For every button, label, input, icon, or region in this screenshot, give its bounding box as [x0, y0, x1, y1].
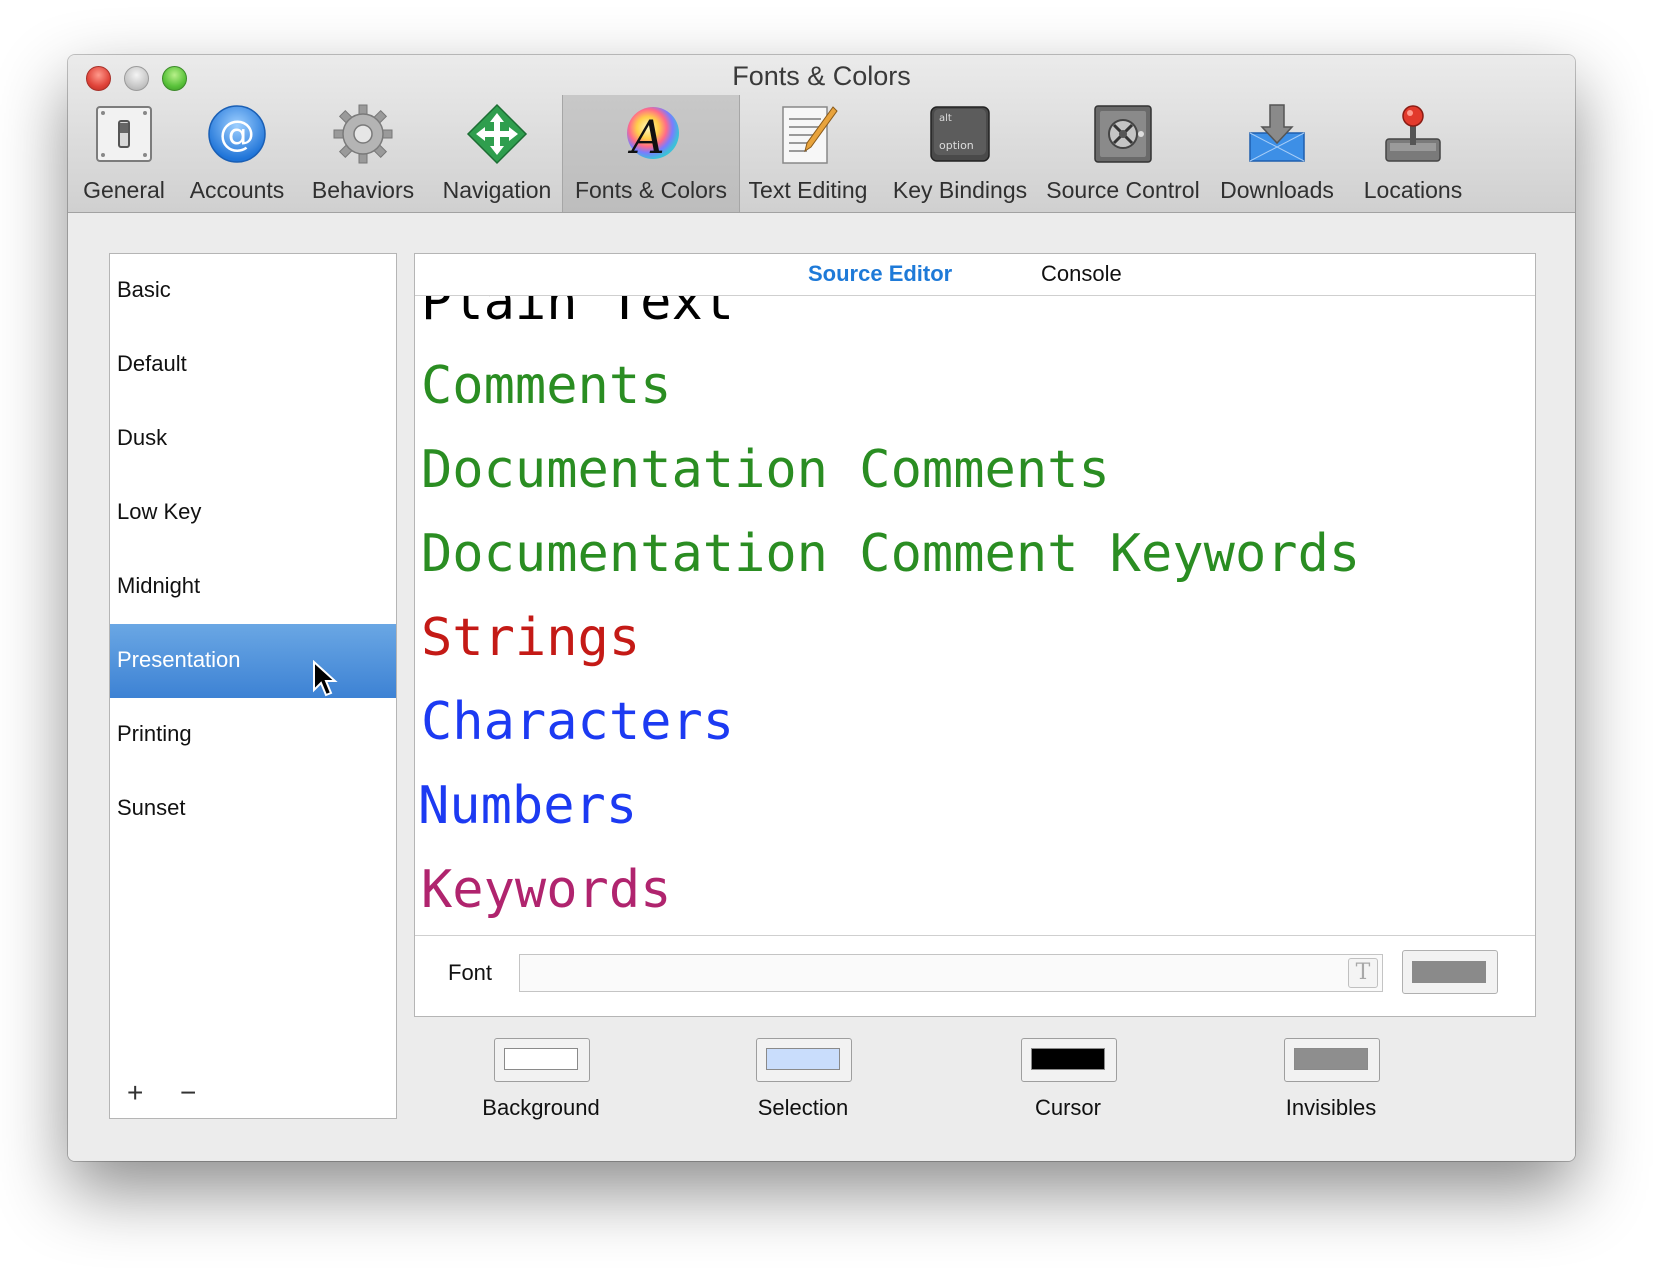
toolbar-general[interactable]: General — [78, 95, 170, 212]
syntax-item-strings[interactable]: Strings — [421, 612, 640, 664]
background-label: Background — [482, 1095, 600, 1120]
theme-item-presentation[interactable]: Presentation — [110, 624, 396, 698]
theme-list[interactable]: Basic Default Dusk Low Key Midnight Pres… — [109, 253, 397, 1119]
cursor-label: Cursor — [1034, 1095, 1101, 1120]
tab-source-editor[interactable]: Source Editor — [808, 261, 952, 287]
theme-item-printing[interactable]: Printing — [110, 698, 396, 772]
font-color-well[interactable] — [1402, 950, 1498, 994]
gear-icon — [333, 104, 393, 164]
toolbar-source-control[interactable]: Source Control — [1042, 95, 1204, 212]
at-sign-icon: @ — [208, 105, 266, 163]
background-color-well[interactable] — [494, 1038, 590, 1082]
cursor-color-well[interactable] — [1021, 1038, 1117, 1082]
toolbar-label: Behaviors — [311, 177, 415, 203]
font-color-swatch — [1412, 961, 1486, 983]
toolbar-label: Navigation — [442, 177, 552, 203]
theme-item-sunset[interactable]: Sunset — [110, 772, 396, 846]
theme-item-low-key[interactable]: Low Key — [110, 476, 396, 550]
theme-item-dusk[interactable]: Dusk — [110, 402, 396, 476]
syntax-item-plain-text[interactable]: Plain Text — [421, 296, 734, 328]
invisibles-label: Invisibles — [1285, 1095, 1377, 1120]
fonts-colors-editor: Source Editor Console Plain Text Comment… — [414, 253, 1536, 1017]
toolbar-accounts[interactable]: @ Accounts — [180, 95, 294, 212]
toolbar-downloads[interactable]: Downloads — [1216, 95, 1338, 212]
cursor-color-swatch — [1031, 1048, 1105, 1070]
font-label: Font — [448, 960, 493, 985]
svg-text:@: @ — [219, 114, 255, 155]
tab-console[interactable]: Console — [1041, 261, 1122, 287]
toolbar-label: Downloads — [1220, 177, 1334, 203]
fonts-colors-icon: A — [627, 107, 679, 164]
switch-icon — [96, 106, 152, 162]
selection-label: Selection — [757, 1095, 849, 1120]
remove-theme-button[interactable]: − — [180, 1077, 196, 1109]
navigation-arrows-icon — [466, 103, 528, 165]
font-field[interactable]: T — [519, 954, 1383, 992]
option-key-icon: alt option — [930, 106, 990, 162]
syntax-preview-list[interactable]: Plain Text Comments Documentation Commen… — [415, 296, 1535, 934]
preferences-window: Fonts & Colors General @ Accounts Behavi… — [68, 55, 1575, 1161]
vault-icon — [1094, 105, 1152, 163]
toolbar-navigation[interactable]: Navigation — [434, 95, 560, 212]
text-editing-icon — [782, 106, 838, 164]
toolbar-text-editing[interactable]: Text Editing — [744, 95, 872, 212]
preferences-content: Basic Default Dusk Low Key Midnight Pres… — [68, 213, 1575, 1161]
editor-tab-bar: Source Editor Console — [415, 254, 1535, 296]
toolbar-key-bindings[interactable]: alt option Key Bindings — [882, 95, 1038, 212]
add-theme-button[interactable]: + — [127, 1077, 143, 1109]
syntax-item-characters[interactable]: Characters — [421, 696, 734, 748]
toolbar-label: Source Control — [1046, 177, 1200, 203]
syntax-item-comments[interactable]: Comments — [421, 360, 671, 412]
theme-item-basic[interactable]: Basic — [110, 254, 396, 328]
download-icon — [1249, 104, 1305, 162]
toolbar-label: Fonts & Colors — [574, 177, 728, 203]
svg-text:A: A — [627, 110, 664, 164]
toolbar-fonts-colors[interactable]: A Fonts & Colors — [562, 95, 740, 212]
keycap-alt-text: alt — [939, 113, 952, 124]
window-title: Fonts & Colors — [732, 61, 911, 91]
keycap-option-text: option — [939, 139, 974, 152]
invisibles-color-swatch — [1294, 1048, 1368, 1070]
syntax-item-numbers[interactable]: Numbers — [418, 780, 637, 832]
syntax-item-keywords[interactable]: Keywords — [421, 864, 671, 916]
joystick-icon — [1385, 105, 1441, 162]
toolbar-locations[interactable]: Locations — [1350, 95, 1476, 212]
selection-color-swatch — [766, 1048, 840, 1070]
font-bar: Font T — [415, 935, 1535, 1016]
theme-item-midnight[interactable]: Midnight — [110, 550, 396, 624]
toolbar-label: Locations — [1363, 177, 1463, 203]
toolbar-label: General — [83, 177, 165, 203]
title-bar: Fonts & Colors General @ Accounts Behavi… — [68, 55, 1575, 213]
mouse-pointer-icon — [313, 660, 338, 697]
syntax-item-documentation-comment-keywords[interactable]: Documentation Comment Keywords — [421, 528, 1360, 580]
syntax-item-documentation-comments[interactable]: Documentation Comments — [421, 444, 1110, 496]
toolbar-label: Key Bindings — [892, 177, 1028, 203]
theme-item-default[interactable]: Default — [110, 328, 396, 402]
toolbar-label: Text Editing — [748, 177, 868, 203]
toolbar-behaviors[interactable]: Behaviors — [298, 95, 428, 212]
font-picker-icon[interactable]: T — [1348, 958, 1378, 988]
invisibles-color-well[interactable] — [1284, 1038, 1380, 1082]
selection-color-well[interactable] — [756, 1038, 852, 1082]
background-color-swatch — [504, 1048, 578, 1070]
toolbar-label: Accounts — [189, 177, 285, 203]
